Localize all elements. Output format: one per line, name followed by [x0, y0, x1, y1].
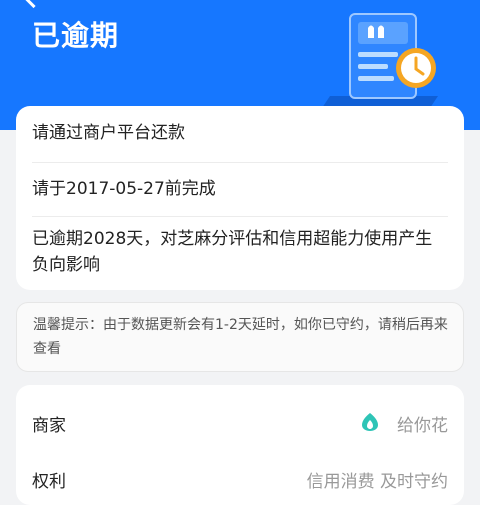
- back-chevron-icon[interactable]: [22, 0, 45, 9]
- deadline-text: 请于2017-05-27前完成: [32, 179, 216, 199]
- page-title: 已逾期: [32, 19, 120, 52]
- tip-card: 温馨提示：由于数据更新会有1-2天延时，如你已守约，请稍后再来查看: [16, 302, 464, 372]
- merchant-label: 商家: [32, 416, 66, 436]
- merchant-value: 给你花: [397, 416, 448, 436]
- divider: [32, 216, 448, 217]
- overdue-notice-text: 已逾期2028天，对芝麻分评估和信用超能力使用产生负向影响: [32, 229, 433, 275]
- details-card: 商家 给你花 权利 信用消费 及时守约: [16, 385, 464, 505]
- repay-instruction-text: 请通过商户平台还款: [32, 123, 185, 143]
- divider: [32, 162, 448, 163]
- status-card: 请通过商户平台还款 请于2017-05-27前完成 已逾期2028天，对芝麻分评…: [16, 106, 464, 290]
- document-clock-illustration-icon: [322, 13, 438, 108]
- tip-text: 温馨提示：由于数据更新会有1-2天延时，如你已守约，请稍后再来查看: [33, 317, 448, 357]
- merchant-logo-icon: [362, 413, 378, 431]
